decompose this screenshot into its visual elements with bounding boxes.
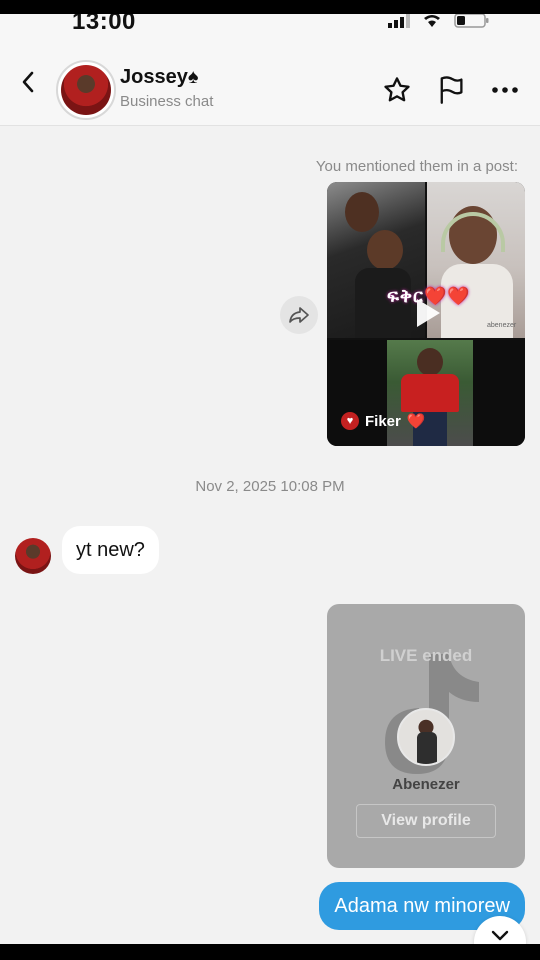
post-creator-tag[interactable]: ♥ Fiker ❤️ bbox=[341, 412, 426, 430]
incoming-message[interactable]: yt new? bbox=[62, 526, 159, 574]
sender-avatar[interactable] bbox=[15, 538, 51, 574]
back-button[interactable] bbox=[14, 68, 42, 96]
live-host-name: Abenezer bbox=[392, 776, 460, 793]
chevron-down-icon bbox=[491, 930, 509, 941]
bottom-bezel bbox=[0, 944, 540, 960]
signal-icon bbox=[388, 14, 410, 28]
status-bar: 13:00 bbox=[0, 14, 540, 36]
back-icon bbox=[22, 71, 34, 93]
flag-icon bbox=[440, 76, 463, 104]
post-creator-emoji: ❤️ bbox=[406, 413, 426, 430]
contact-name[interactable]: Jossey♠ bbox=[120, 66, 198, 89]
star-button[interactable] bbox=[381, 74, 413, 106]
creator-avatar-icon: ♥ bbox=[341, 412, 359, 430]
battery-icon bbox=[454, 14, 489, 28]
share-icon bbox=[289, 307, 309, 323]
outgoing-message-text: Adama nw minorew bbox=[334, 894, 510, 917]
more-options-button[interactable] bbox=[489, 74, 521, 106]
view-profile-button[interactable]: View profile bbox=[356, 804, 496, 838]
message-timestamp: Nov 2, 2025 10:08 PM bbox=[195, 478, 345, 495]
status-time: 13:00 bbox=[72, 14, 136, 35]
report-button[interactable] bbox=[435, 74, 467, 106]
post-thumbnail-3 bbox=[327, 340, 387, 446]
live-ended-title: LIVE ended bbox=[379, 646, 473, 665]
post-thumbnail-1 bbox=[327, 182, 425, 338]
chat-screen: 13:00 Jossey♠ Business chat You mentione… bbox=[0, 14, 540, 944]
more-icon bbox=[492, 87, 518, 93]
post-thumbnail-4 bbox=[387, 340, 473, 446]
post-watermark: abenezer bbox=[487, 322, 517, 329]
wifi-icon bbox=[424, 15, 440, 27]
post-creator-name: Fiker bbox=[365, 412, 401, 430]
play-icon[interactable] bbox=[413, 296, 443, 330]
contact-subtitle: Business chat bbox=[120, 93, 214, 110]
share-button[interactable] bbox=[280, 296, 318, 334]
star-icon bbox=[384, 77, 410, 102]
live-ended-card[interactable]: LIVE ended Abenezer View profile bbox=[327, 604, 525, 868]
live-host-avatar bbox=[397, 708, 455, 766]
post-thumbnail-5 bbox=[473, 340, 525, 446]
status-icons bbox=[388, 14, 490, 28]
shared-post-card[interactable]: ፍቅር❤️❤️ abenezer ♥ Fiker ❤️ bbox=[327, 182, 525, 446]
chat-header: Jossey♠ Business chat bbox=[0, 36, 540, 126]
incoming-message-text: yt new? bbox=[76, 538, 145, 561]
contact-avatar[interactable] bbox=[56, 60, 116, 120]
mention-note: You mentioned them in a post: bbox=[315, 158, 518, 175]
